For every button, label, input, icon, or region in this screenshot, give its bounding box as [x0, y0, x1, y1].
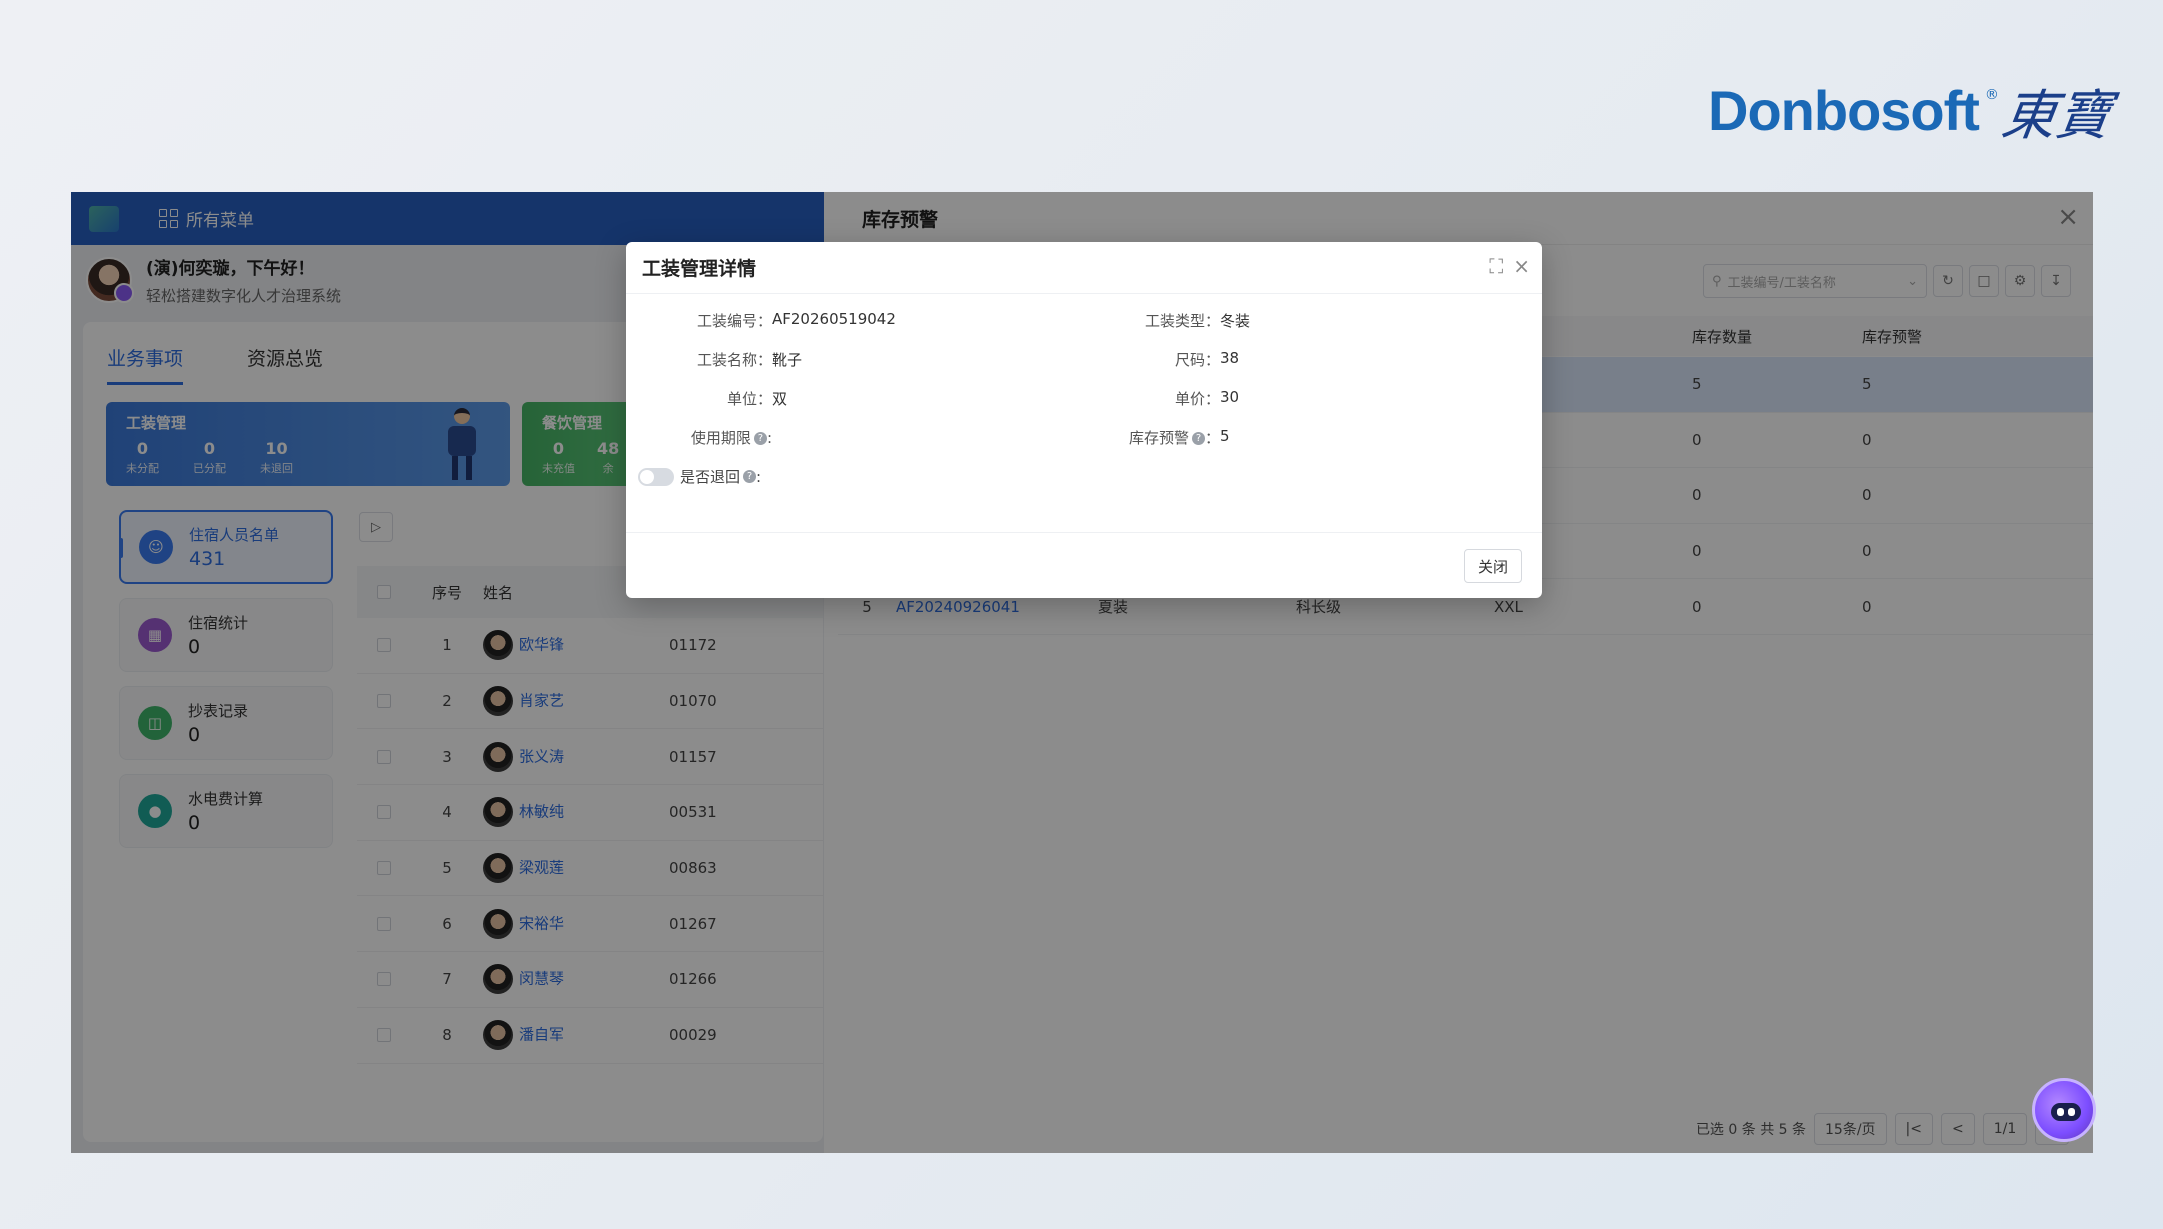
help-icon[interactable]: ? — [1191, 432, 1205, 445]
assistant-bot-icon[interactable] — [2032, 1078, 2096, 1142]
dialog-body: 工装编号： AF20260519042 工装类型： 冬装 工装名称： 靴子 尺码… — [626, 294, 1542, 534]
uniform-detail-dialog: 工装管理详情 ⛶ × 工装编号： AF20260519042 工装类型： 冬装 … — [626, 242, 1542, 598]
dialog-title: 工装管理详情 — [642, 258, 757, 280]
field-value-warning: 5 — [1220, 427, 1230, 445]
close-button[interactable]: 关闭 — [1464, 549, 1522, 583]
return-toggle[interactable] — [638, 467, 674, 486]
field-label-warning: 库存预警 — [1128, 429, 1189, 447]
brand-registered-mark: ® — [1984, 87, 1999, 103]
field-label-price: 单价： — [1174, 390, 1220, 408]
field-label-period: 使用期限 — [690, 429, 751, 447]
help-icon[interactable]: ? — [743, 470, 757, 483]
field-value-size: 38 — [1220, 349, 1240, 367]
brand-chinese-mark: 東寶 — [1997, 83, 2115, 147]
field-value-name: 靴子 — [772, 351, 803, 369]
field-label-size: 尺码： — [1174, 351, 1220, 369]
field-value-type: 冬装 — [1220, 312, 1251, 330]
field-value-unit: 双 — [772, 390, 788, 408]
field-label-code: 工装编号： — [696, 312, 772, 330]
fullscreen-icon[interactable]: ⛶ — [1489, 256, 1503, 276]
field-label-type: 工装类型： — [1144, 312, 1220, 330]
field-value-price: 30 — [1220, 388, 1240, 406]
close-icon[interactable]: × — [1513, 256, 1530, 276]
field-label-unit: 单位： — [726, 390, 772, 408]
field-label-name: 工装名称： — [696, 351, 772, 369]
help-icon[interactable]: ? — [753, 432, 767, 445]
brand-wordmark: Donbosoft — [1708, 78, 1980, 142]
field-label-return: 是否退回 — [680, 468, 741, 486]
field-value-code: AF20260519042 — [772, 310, 896, 328]
brand-logo: Donbosoft ® 東寶 — [1708, 70, 2115, 150]
